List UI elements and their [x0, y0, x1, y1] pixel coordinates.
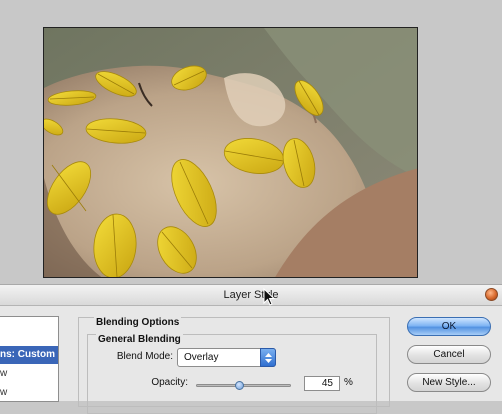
- opacity-slider[interactable]: [196, 381, 291, 390]
- styles-list[interactable]: ns: Custom w w: [0, 316, 59, 402]
- general-blending-title: General Blending: [96, 334, 183, 345]
- blending-options-title: Blending Options: [94, 317, 182, 328]
- mouse-cursor-icon: [263, 288, 276, 306]
- blend-mode-label: Blend Mode:: [116, 351, 173, 362]
- blending-options-group: Blending Options General Blending Blend …: [78, 317, 390, 414]
- opacity-slider-knob[interactable]: [234, 381, 244, 390]
- close-button[interactable]: [485, 288, 498, 301]
- blend-mode-select[interactable]: Overlay: [177, 348, 276, 367]
- general-blending-group: General Blending Blend Mode: Overlay Opa…: [87, 334, 377, 414]
- photo-canvas: [43, 27, 418, 278]
- blend-mode-value: Overlay: [184, 352, 219, 363]
- style-item-inner-shadow[interactable]: w: [0, 384, 58, 402]
- opacity-input[interactable]: 45: [304, 376, 340, 391]
- layer-style-dialog: Layer Style ns: Custom w w Blending Opti…: [0, 284, 502, 414]
- style-item-blending-options[interactable]: ns: Custom: [0, 346, 58, 364]
- photo-image: [44, 28, 417, 277]
- new-style-button[interactable]: New Style...: [407, 373, 491, 392]
- dialog-title: Layer Style: [223, 289, 279, 301]
- cancel-button[interactable]: Cancel: [407, 345, 491, 364]
- select-arrows-icon[interactable]: [260, 348, 276, 367]
- opacity-unit: %: [344, 377, 353, 388]
- opacity-label: Opacity:: [151, 377, 188, 388]
- dialog-titlebar[interactable]: Layer Style: [0, 285, 502, 306]
- ok-button[interactable]: OK: [407, 317, 491, 336]
- style-item-drop-shadow[interactable]: w: [0, 365, 58, 383]
